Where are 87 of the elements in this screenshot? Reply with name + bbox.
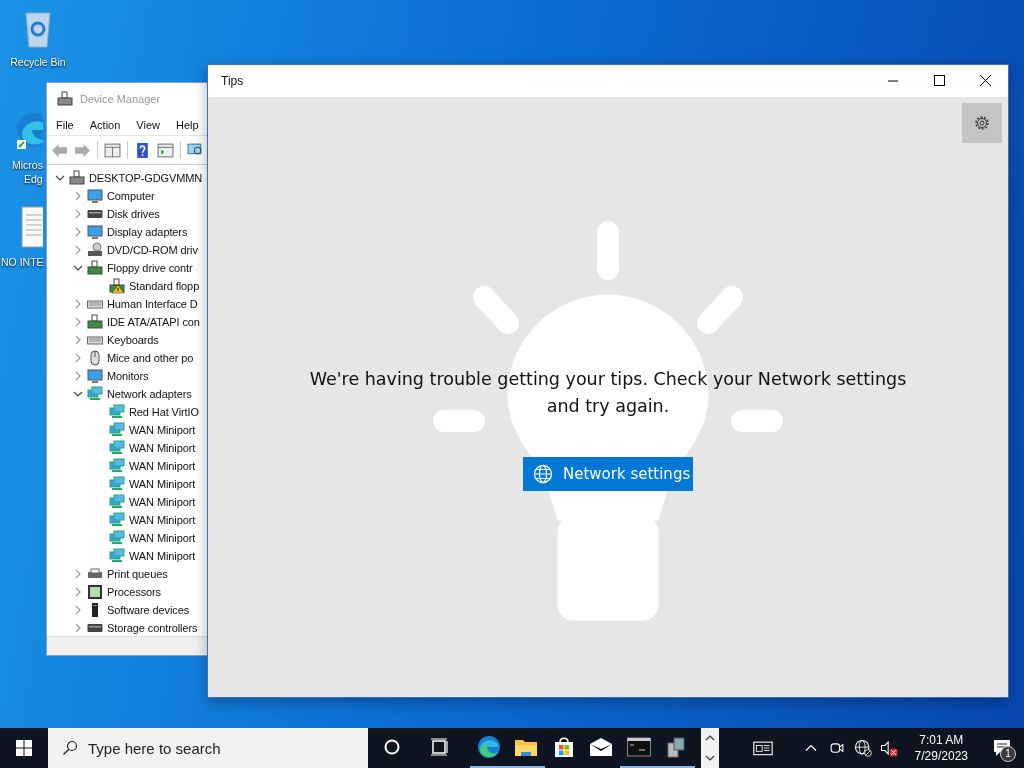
chevron-down-icon[interactable] xyxy=(705,755,715,761)
chip-icon xyxy=(87,584,103,600)
network-icon xyxy=(87,386,103,402)
envelope-icon xyxy=(589,735,614,759)
mouse-icon xyxy=(87,350,103,366)
globe-icon[interactable] xyxy=(852,738,873,758)
icon-label: Recycle Bin xyxy=(10,55,66,69)
tree-item[interactable]: WAN Miniport xyxy=(129,496,196,508)
properties-icon[interactable] xyxy=(157,141,174,159)
tree-item[interactable]: Storage controllers xyxy=(107,622,198,634)
browser-icon xyxy=(476,735,501,759)
tree-item[interactable]: Keyboards xyxy=(107,334,159,346)
tree-item[interactable]: Network adapters xyxy=(107,388,192,400)
chevron-right-icon[interactable] xyxy=(73,353,83,363)
scroll-buttons[interactable] xyxy=(701,728,719,768)
tree-item[interactable]: Standard flopp xyxy=(129,280,200,292)
settings-button[interactable] xyxy=(962,103,1002,143)
chevron-right-icon[interactable] xyxy=(73,209,83,219)
tree-item[interactable]: Software devices xyxy=(107,604,190,616)
tree-item[interactable]: Human Interface D xyxy=(107,298,198,310)
chevron-down-icon[interactable] xyxy=(73,389,83,399)
icon-label: Micros xyxy=(12,158,43,172)
computer-icon xyxy=(57,91,73,107)
globe-icon xyxy=(533,464,553,484)
chevron-right-icon[interactable] xyxy=(73,317,83,327)
tree-item[interactable]: Floppy drive contr xyxy=(107,262,193,274)
speaker-icon[interactable] xyxy=(878,738,899,758)
search-field[interactable]: Type here to search xyxy=(48,728,368,768)
circuit-board-icon xyxy=(87,314,103,330)
tree-item[interactable]: Red Hat VirtIO xyxy=(129,406,199,418)
tree-item[interactable]: DVD/CD-ROM driv xyxy=(107,244,198,256)
chevron-right-icon[interactable] xyxy=(73,371,83,381)
error-message: We're having trouble getting your tips. Check your Network settings and try again. xyxy=(308,368,908,418)
search-icon xyxy=(62,740,78,756)
chevron-right-icon[interactable] xyxy=(73,299,83,309)
circuit-board-icon xyxy=(87,260,103,276)
windows-logo-icon xyxy=(16,740,32,756)
monitor-icon xyxy=(87,368,103,384)
menu-item[interactable]: File xyxy=(56,119,74,131)
tree-item[interactable]: IDE ATA/ATAPI con xyxy=(107,316,200,328)
window-title: Device Manager xyxy=(80,93,161,105)
tree-item[interactable]: Disk drives xyxy=(107,208,160,220)
notification-button[interactable]: 1 xyxy=(984,728,1020,768)
chevron-right-icon[interactable] xyxy=(73,605,83,615)
time-text: 7:01 AM xyxy=(919,732,964,748)
chevron-right-icon[interactable] xyxy=(73,191,83,201)
chevron-down-icon[interactable] xyxy=(55,173,65,183)
tree-item[interactable]: WAN Miniport xyxy=(129,550,196,562)
tree-item[interactable]: WAN Miniport xyxy=(129,442,196,454)
tree-item[interactable]: DESKTOP-GDGVMMN xyxy=(89,172,203,184)
tree-item[interactable]: WAN Miniport xyxy=(129,460,196,472)
chevron-right-icon[interactable] xyxy=(73,227,83,237)
menu-item[interactable]: Help xyxy=(175,119,199,131)
tree-item[interactable]: Monitors xyxy=(107,370,149,382)
chevron-right-icon[interactable] xyxy=(73,245,83,255)
clock[interactable]: 7:01 AM 7/29/2023 xyxy=(904,732,978,764)
date-text: 7/29/2023 xyxy=(914,748,968,764)
tree-item[interactable]: WAN Miniport xyxy=(129,424,196,436)
tree-item[interactable]: Display adapters xyxy=(107,226,188,238)
settings-icon xyxy=(972,113,992,133)
panel-icon[interactable] xyxy=(104,141,121,159)
chevron-right-icon[interactable] xyxy=(73,335,83,345)
computer-icon xyxy=(69,170,85,186)
monitor-icon xyxy=(87,188,103,204)
tree-item[interactable]: Mice and other po xyxy=(107,352,194,364)
window-title: Tips xyxy=(220,74,244,88)
chevron-right-icon[interactable] xyxy=(73,569,83,579)
chevron-up-icon[interactable] xyxy=(705,735,715,741)
monitor-icon xyxy=(87,224,103,240)
menu-item[interactable]: Action xyxy=(89,119,121,131)
terminal-icon xyxy=(626,735,651,759)
tree-item[interactable]: Print queues xyxy=(107,568,168,580)
disc-drive-icon xyxy=(87,242,103,258)
chevron-down-icon[interactable] xyxy=(73,263,83,273)
chevron-right-icon[interactable] xyxy=(73,623,83,633)
chevron-right-icon[interactable] xyxy=(73,587,83,597)
icon-label: NO INTE xyxy=(1,255,44,269)
tree-item[interactable]: Processors xyxy=(107,586,162,598)
tree-item[interactable]: WAN Miniport xyxy=(129,532,196,544)
icon-label: Edg xyxy=(23,172,43,186)
help-icon[interactable] xyxy=(134,141,151,159)
menu-item[interactable]: View xyxy=(136,119,160,131)
notification-count: 1 xyxy=(1000,746,1016,762)
tree-item[interactable]: WAN Miniport xyxy=(129,478,196,490)
tree-item[interactable]: Computer xyxy=(107,190,155,202)
network-settings-button[interactable]: Network settings xyxy=(523,457,693,491)
tree-item[interactable]: WAN Miniport xyxy=(129,514,196,526)
